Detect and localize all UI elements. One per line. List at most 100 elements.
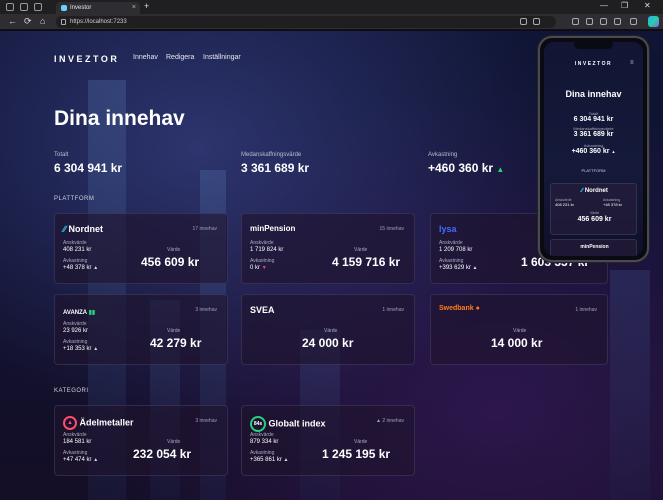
return-label: Avkastning [63,450,88,456]
value-amount: 42 279 kr [150,336,202,350]
address-bar-row: ← ⟳ ⌂ https://localhost:7233 [0,14,663,30]
trend-up-icon: ▲ [611,149,616,154]
value-label: Värde [167,247,181,253]
phone-card-minpension[interactable]: minPension [550,239,637,256]
cost-label: Anskvärde [439,240,463,246]
value-label: Värde [513,328,527,334]
phone-card-cost: 408 231 kr [555,202,574,207]
url-input[interactable]: https://localhost:7233 [56,16,556,28]
nav-link-redigera[interactable]: Redigera [166,54,194,61]
return-text: +48 378 kr [63,265,92,271]
nordnet-mark-icon: ∕∕ [63,224,67,234]
holdings-count: ▲ 2 innehav [376,418,404,424]
favorites-icon[interactable] [586,18,593,25]
brand-name: Swedbank [439,305,474,312]
phone-mockup: INVEZTOR ≡ Dina innehav Totalt 6 304 941… [538,36,649,262]
favorite-star-icon[interactable] [533,18,540,25]
hamburger-menu-icon[interactable]: ≡ [630,60,634,66]
cost-label: Anskvärde [63,432,87,438]
tab-bar: Investor × + — ❐ ✕ [0,0,663,14]
stat-total-value: 6 304 941 kr [54,161,123,175]
maximize-button[interactable]: ❐ [621,1,628,10]
home-button[interactable]: ⌂ [40,16,45,26]
holdings-count: 3 innehav [195,418,217,424]
value-amount: 232 054 kr [133,447,192,461]
reload-button[interactable]: ⟳ [24,16,32,27]
cost-label: Anskvärde [63,321,87,327]
phone-card-return: +48 378 kr [603,202,623,207]
platform-card-minpension[interactable]: minPension 15 innehav Anskvärde 1 719 82… [241,213,415,284]
cost-value: 184 581 kr [63,439,92,445]
phone-card-value: 456 609 kr [577,216,612,223]
tab-actions-icon[interactable] [34,3,42,11]
phone-logo: INVEZTOR [574,61,613,67]
trend-up-icon: ▲ [93,346,99,352]
back-button[interactable]: ← [8,16,17,26]
category-card-adelmetaller[interactable]: ▲ Ädelmetaller 3 innehav Anskvärde 184 5… [54,405,228,476]
return-text: +18 353 kr [63,346,92,352]
avanza-bars-icon: ▮▮ [88,310,96,316]
trend-down-icon: ▼ [261,265,267,271]
stat-total-label: Totalt [54,152,69,158]
category-name: Ädelmetaller [79,417,134,428]
trend-up-icon: ▲ [283,457,289,463]
phone-platform-label: PLATTFORM [581,168,606,173]
category-card-globalt-index[interactable]: 84s Globalt index ▲ 2 innehav Anskvärde … [241,405,415,476]
stat-return-value: +460 360 kr ▲ [428,161,504,175]
cost-value: 1 209 708 kr [439,247,473,253]
cost-label: Anskvärde [250,432,274,438]
more-menu-icon[interactable] [630,18,637,25]
nav-link-innehav[interactable]: Innehav [133,54,158,61]
split-screen-icon[interactable] [572,18,579,25]
platform-card-swedbank[interactable]: Swedbank ● 1 innehav Värde 14 000 kr [430,294,608,365]
platform-card-avanza[interactable]: AVANZA ▮▮ 3 innehav Anskvärde 23 926 kr … [54,294,228,365]
warning-icon: ▲ [375,418,381,424]
phone-screen: INVEZTOR ≡ Dina innehav Totalt 6 304 941… [544,42,643,256]
nav-link-installningar[interactable]: Inställningar [203,54,241,61]
return-text: +393 629 kr [439,265,471,271]
value-label: Värde [354,247,368,253]
phone-card-nordnet[interactable]: ∕∕ Nordnet Anskvärde 408 231 kr Avkastni… [550,183,637,235]
extensions-icon[interactable] [614,18,621,25]
holdings-count: 1 innehav [575,307,597,313]
workspaces-icon[interactable] [20,3,28,11]
close-tab-icon[interactable]: × [132,2,136,14]
lysa-logo: lysa [439,224,457,234]
stat-return-label: Avkastning [428,152,458,158]
stat-return-text: +460 360 kr [428,161,494,175]
warning-ring-icon: ▲ [63,416,77,430]
url-text: https://localhost:7233 [70,19,127,25]
category-name: Globalt index [268,418,326,429]
platform-card-nordnet[interactable]: ∕∕ Nordnet 17 innehav Anskvärde 408 231 … [54,213,228,284]
trend-up-icon: ▲ [496,165,505,174]
value-label: Värde [167,439,181,445]
phone-notch [574,42,613,49]
close-window-button[interactable]: ✕ [644,1,651,10]
return-value: +47 474 kr ▲ [63,457,98,463]
trend-up-icon: ▲ [472,265,478,271]
value-amount: 1 245 195 kr [322,447,391,461]
return-text: 0 kr [250,265,261,271]
minimize-button[interactable]: — [600,1,608,10]
tab-investor[interactable]: Investor × [56,2,140,14]
return-value: +48 378 kr ▲ [63,265,98,271]
phone-return-text: +460 360 kr [571,148,610,155]
profile-icon[interactable] [6,3,14,11]
phone-title: Dina innehav [565,89,622,99]
copilot-icon[interactable] [648,16,659,27]
collections-icon[interactable] [600,18,607,25]
category-title: 84s Globalt index [250,416,326,432]
cost-value: 23 926 kr [63,328,89,334]
new-tab-button[interactable]: + [144,1,149,11]
app-logo[interactable]: INVEZTOR [54,54,119,64]
phone-card-brand-text: Nordnet [584,188,608,194]
read-aloud-icon[interactable] [520,18,527,25]
favicon-icon [61,5,67,11]
cost-value: 1 719 824 kr [250,247,284,253]
holdings-count: 17 innehav [192,226,217,232]
phone-cost-value: 3 361 689 kr [573,131,614,138]
return-text: +47 474 kr [63,457,92,463]
value-amount: 24 000 kr [302,336,354,350]
platform-card-svea[interactable]: SVEA 1 innehav Värde 24 000 kr [241,294,415,365]
swedbank-logo: Swedbank ● [439,305,480,312]
